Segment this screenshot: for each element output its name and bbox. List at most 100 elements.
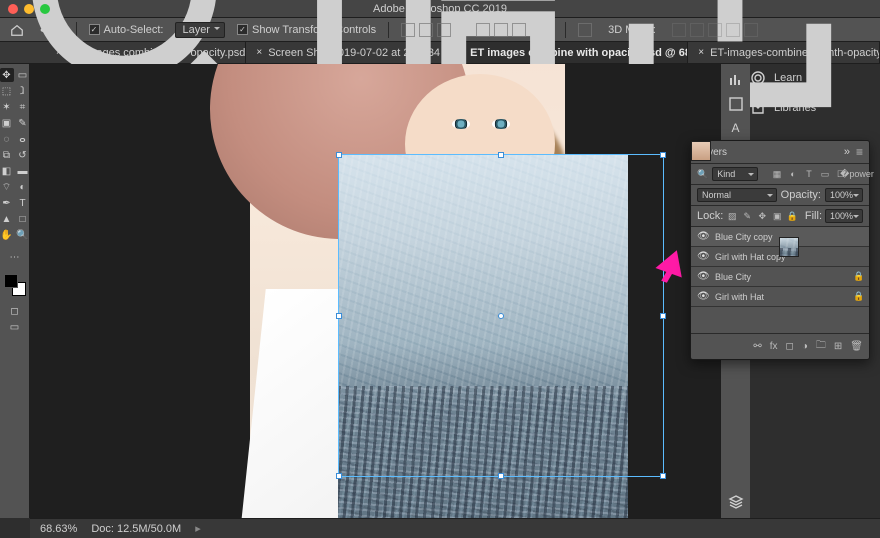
align-vcenter-icon[interactable] bbox=[494, 23, 508, 37]
lock-paint-icon[interactable]: ✎ bbox=[741, 210, 753, 222]
tool-edit-toolbar[interactable]: ⋯ bbox=[8, 250, 22, 264]
color-swatches[interactable] bbox=[4, 274, 26, 296]
tool-path-select[interactable]: ▲ bbox=[0, 212, 14, 226]
transform-handle[interactable] bbox=[660, 473, 666, 479]
visibility-toggle-icon[interactable]: 👁 bbox=[697, 271, 709, 282]
visibility-toggle-icon[interactable]: 👁 bbox=[697, 291, 709, 302]
character-panel-icon[interactable]: A bbox=[728, 120, 744, 136]
canvas[interactable] bbox=[30, 64, 720, 518]
tool-brush[interactable]: ⴰ bbox=[16, 132, 30, 146]
zoom-level[interactable]: 68.63% bbox=[40, 523, 77, 535]
visibility-toggle-icon[interactable]: 👁 bbox=[697, 251, 709, 262]
panel-empty-area bbox=[691, 307, 869, 333]
screen-mode-icon[interactable]: ▭ bbox=[8, 320, 22, 334]
panel-menu-icon[interactable]: ≡ bbox=[856, 145, 863, 159]
color-panel-icon[interactable] bbox=[728, 96, 744, 112]
tool-pen[interactable]: ✒ bbox=[0, 196, 14, 210]
lock-transparent-icon[interactable]: ▨ bbox=[726, 210, 738, 222]
tool-artboard[interactable]: ▭ bbox=[16, 68, 30, 82]
libraries-icon bbox=[750, 100, 766, 116]
new-adjustment-icon[interactable]: ◑ bbox=[802, 341, 808, 352]
tool-zoom[interactable]: 🔍 bbox=[16, 228, 30, 242]
tool-hand[interactable]: ✋ bbox=[0, 228, 14, 242]
opacity-label: Opacity: bbox=[781, 189, 821, 201]
visibility-toggle-icon[interactable]: 👁 bbox=[697, 231, 709, 242]
tool-quick-select[interactable]: ✶ bbox=[0, 100, 14, 114]
3d-mode-icons[interactable] bbox=[668, 23, 762, 37]
tool-history-brush[interactable]: ↺ bbox=[16, 148, 30, 162]
close-window-icon[interactable] bbox=[8, 4, 18, 14]
tool-marquee[interactable]: ⬚ bbox=[0, 84, 14, 98]
lock-all-icon[interactable]: 🔒 bbox=[786, 210, 798, 222]
filter-shape-icon[interactable]: ▭ bbox=[819, 168, 831, 180]
filter-type-icon[interactable]: T bbox=[803, 168, 815, 180]
collapse-panel-icon[interactable]: » bbox=[844, 146, 850, 158]
tool-dodge[interactable]: ◐ bbox=[16, 180, 30, 194]
layer-row[interactable]: 👁 Girl with Hat 🔒 bbox=[691, 287, 869, 307]
align-left-icon[interactable] bbox=[401, 23, 415, 37]
fill-input[interactable]: 100% bbox=[825, 209, 863, 223]
toolbox: ✥ ▭ ⬚ ⱹ ✶ ⌗ ▣ ✎ ◌ ⴰ ⧉ ↺ ◧ ▬ ⌔ ◐ ✒ T ▲ □ … bbox=[0, 64, 30, 518]
blend-mode-dropdown[interactable]: Normal bbox=[697, 188, 777, 202]
layer-row[interactable]: 👁 Blue City 🔒 bbox=[691, 267, 869, 287]
status-flyout-icon[interactable]: ▸ bbox=[195, 522, 201, 535]
align-bottom-icon[interactable] bbox=[512, 23, 526, 37]
tool-clone[interactable]: ⧉ bbox=[0, 148, 14, 162]
layer-thumbnail[interactable] bbox=[779, 237, 799, 257]
layer-lock-icon: 🔒 bbox=[853, 271, 863, 282]
quick-mask-icon[interactable]: ◻ bbox=[8, 304, 22, 318]
learn-panel-button[interactable]: Learn bbox=[750, 68, 874, 88]
libraries-panel-button[interactable]: Libraries bbox=[750, 98, 874, 118]
tool-rectangle[interactable]: □ bbox=[16, 212, 30, 226]
layer-thumbnail[interactable] bbox=[691, 141, 711, 161]
minimize-window-icon[interactable] bbox=[24, 4, 34, 14]
layers-panel-title: Layers bbox=[697, 147, 844, 158]
titlebar: Adobe Photoshop CC 2019 bbox=[0, 0, 880, 18]
tool-gradient[interactable]: ▬ bbox=[16, 164, 30, 178]
learn-label: Learn bbox=[774, 72, 802, 84]
layer-fx-icon[interactable]: fx bbox=[770, 341, 778, 352]
layers-panel[interactable]: Layers » ≡ 🔍 Kind ▦ ◐ T ▭ ☐ �power Norma… bbox=[690, 140, 870, 360]
tool-lasso[interactable]: ⱹ bbox=[16, 84, 30, 98]
align-right-icon[interactable] bbox=[437, 23, 451, 37]
layer-name[interactable]: Girl with Hat bbox=[715, 292, 847, 302]
link-layers-icon[interactable]: ⚯ bbox=[753, 341, 761, 352]
document-info[interactable]: Doc: 12.5M/50.0M bbox=[91, 523, 181, 535]
new-layer-icon[interactable]: ⊞ bbox=[834, 341, 842, 352]
layer-filter-kind-dropdown[interactable]: Kind bbox=[712, 167, 758, 181]
transform-handle[interactable] bbox=[660, 152, 666, 158]
image-blue-city[interactable] bbox=[338, 155, 628, 518]
artboard bbox=[250, 64, 565, 518]
histogram-icon[interactable] bbox=[728, 72, 744, 88]
transform-handle[interactable] bbox=[660, 313, 666, 319]
tool-crop[interactable]: ⌗ bbox=[16, 100, 30, 114]
align-top-icon[interactable] bbox=[476, 23, 490, 37]
align-hcenter-icon[interactable] bbox=[419, 23, 433, 37]
add-mask-icon[interactable]: ◻ bbox=[786, 341, 794, 352]
tool-blur[interactable]: ⌔ bbox=[0, 180, 14, 194]
new-group-icon[interactable]: 🗀 bbox=[816, 338, 826, 355]
lock-label: Lock: bbox=[697, 210, 723, 222]
tool-eraser[interactable]: ◧ bbox=[0, 164, 14, 178]
delete-layer-icon[interactable]: 🗑 bbox=[850, 341, 863, 352]
zoom-window-icon[interactable] bbox=[40, 4, 50, 14]
align-group bbox=[397, 23, 455, 37]
tool-eyedropper[interactable]: ✎ bbox=[16, 116, 30, 130]
filter-toggle-icon[interactable]: �power bbox=[851, 168, 863, 180]
opacity-input[interactable]: 100% bbox=[825, 188, 863, 202]
tool-frame[interactable]: ▣ bbox=[0, 116, 14, 130]
lock-position-icon[interactable]: ✥ bbox=[756, 210, 768, 222]
fill-label: Fill: bbox=[805, 210, 822, 222]
lock-artboard-icon[interactable]: ▣ bbox=[771, 210, 783, 222]
foreground-color-swatch[interactable] bbox=[4, 274, 18, 288]
libraries-label: Libraries bbox=[774, 102, 816, 114]
layers-panel-footer: ⚯ fx ◻ ◑ 🗀 ⊞ 🗑 bbox=[691, 333, 869, 359]
tool-spot-heal[interactable]: ◌ bbox=[0, 132, 14, 146]
layers-panel-icon[interactable] bbox=[728, 494, 744, 510]
filter-adjust-icon[interactable]: ◐ bbox=[787, 168, 799, 180]
auto-select-mode-dropdown[interactable]: Layer bbox=[175, 22, 225, 38]
tool-move[interactable]: ✥ bbox=[0, 68, 14, 82]
filter-pixel-icon[interactable]: ▦ bbox=[771, 168, 783, 180]
layer-name[interactable]: Blue City bbox=[715, 272, 847, 282]
tool-type[interactable]: T bbox=[16, 196, 30, 210]
